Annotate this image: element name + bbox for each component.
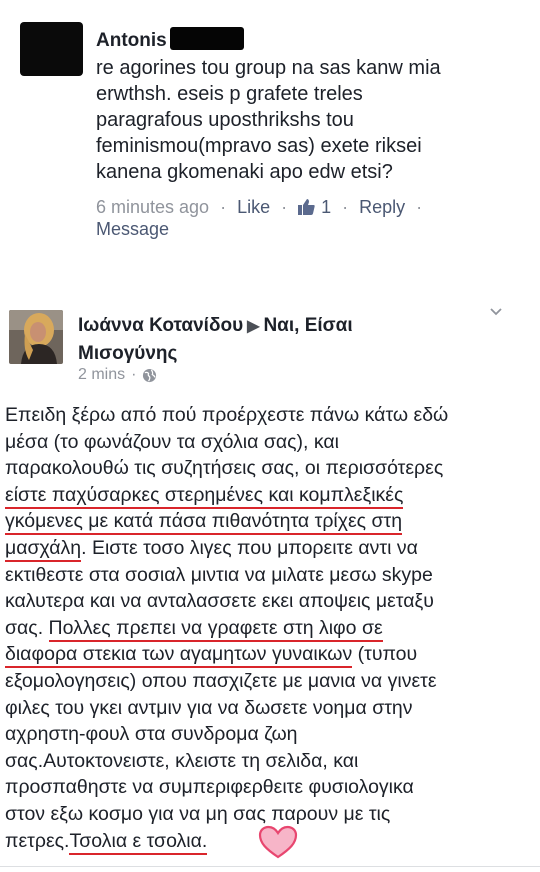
play-arrow-icon: ▶ — [247, 318, 260, 335]
body-text: φιλες του γκει αντμιν για να δωσετε νοημ… — [5, 696, 413, 719]
comment-line: kanena gkomenaki apo edw etsi? — [96, 161, 393, 183]
divider — [0, 866, 540, 867]
body-line: σας. Πολλες πρεπει να γραφετε στη λιφο σ… — [5, 615, 537, 642]
underlined-text: μασχάλη — [5, 536, 82, 562]
avatar-photo — [9, 310, 63, 364]
comment-line: re agorines tou group na sas kanw mia — [96, 57, 441, 79]
comment-author[interactable]: Antonis — [96, 30, 167, 52]
like-count[interactable]: 1 — [298, 197, 331, 217]
body-line: είστε παχύσαρκες στερημένες και κομπλεξι… — [5, 482, 537, 509]
redaction-bar — [170, 27, 244, 50]
separator-dot: · — [281, 197, 288, 217]
timestamp[interactable]: 6 minutes ago — [96, 197, 209, 217]
body-line: αχρηστη-φουλ στα συνδρομα ζωη — [5, 721, 537, 748]
body-line: εξομολογησεις) οπου πασχιζετε με μανια ν… — [5, 668, 537, 695]
body-text: Επειδη ξέρω από πού προέρχεστε πάνω κάτω… — [5, 404, 449, 426]
body-line: Επειδη ξέρω από πού προέρχεστε πάνω κάτω… — [5, 402, 537, 429]
body-text: εξομολογησεις) οπου πασχιζετε με μανια ν… — [5, 669, 437, 692]
body-text: μέσα (το φωνάζουν τα σχόλια σας), και — [5, 430, 339, 453]
body-text: προσπαθηστε να συμπεριφερθειτε φυσιολογι… — [5, 776, 414, 799]
avatar-redacted[interactable] — [20, 22, 83, 76]
comment-header: Ιωάννα Κοτανίδου ▶ Ναι, Είσαι Μισογύνης — [78, 312, 498, 367]
post-meta: 2 mins · — [78, 366, 157, 384]
body-line: στον εξω κοσμο για να μη σας παρουν με τ… — [5, 801, 537, 828]
body-line: καλυτερα και να ανταλασσετε εκει αποψεις… — [5, 588, 537, 615]
underlined-text: διαφορα στεκια των αγαμητων γυναικων — [5, 643, 353, 669]
comment-author[interactable]: Ιωάννα Κοτανίδου — [78, 315, 243, 336]
body-text: (τυπου — [352, 643, 418, 666]
body-line: γκόμενες με κατά πάσα πιθανότητα τρίχες … — [5, 508, 537, 536]
body-line: μασχάλη. Ειστε τοσο λιγες που μπορειτε α… — [5, 535, 537, 562]
group-name[interactable]: Ναι, Είσαι — [263, 315, 352, 336]
body-text: πετρες. — [5, 829, 70, 852]
separator-dot: · — [342, 197, 349, 217]
comment-meta: 6 minutes ago · Like · 1 · Reply · — [96, 195, 433, 219]
body-line: διαφορα στεκια των αγαμητων γυναικων (τυ… — [5, 641, 537, 669]
body-text: αχρηστη-φουλ στα συνδρομα ζωη — [5, 723, 298, 746]
globe-icon[interactable] — [142, 368, 157, 383]
thumbs-up-icon — [298, 199, 315, 215]
separator-dot: · — [131, 366, 137, 383]
underlined-text: Πολλες πρεπει να γραφετε στη λιφο σε — [48, 616, 383, 642]
underlined-text: Τσολια ε τσολια. — [69, 829, 208, 855]
body-text: καλυτερα και να ανταλασσετε εκει αποψεις… — [5, 590, 434, 613]
group-name-cont[interactable]: Μισογύνης — [78, 343, 177, 364]
body-text: σας. — [5, 616, 49, 639]
heart-icon — [258, 825, 298, 859]
body-line: φιλες του γκει αντμιν για να δωσετε νοημ… — [5, 695, 537, 722]
body-line: παρακολουθώ τις συζητήσεις σας, οι περισ… — [5, 455, 537, 482]
comment-line: erwthsh. eseis p grafete treles — [96, 83, 363, 105]
body-line: εκτιθεστε στα σοσιαλ μιντια να μιλατε με… — [5, 562, 537, 589]
comment-body: Επειδη ξέρω από πού προέρχεστε πάνω κάτω… — [5, 402, 537, 855]
separator-dot: · — [220, 197, 227, 217]
body-text: παρακολουθώ τις συζητήσεις σας, οι περισ… — [5, 457, 444, 480]
body-line: σας.Αυτοκτονειστε, κλειστε τη σελιδα, κα… — [5, 748, 537, 775]
separator-dot: · — [416, 197, 423, 217]
underlined-text: γκόμενες με κατά πάσα πιθανότητα τρίχες … — [5, 510, 403, 536]
message-link[interactable]: Message — [96, 219, 169, 240]
body-line: προσπαθηστε να συμπεριφερθειτε φυσιολογι… — [5, 774, 537, 801]
comment-line: paragrafous uposthrikshs tou — [96, 109, 354, 131]
body-line: μέσα (το φωνάζουν τα σχόλια σας), και — [5, 429, 537, 456]
comment-line: feminismou(mpravo sas) exete riksei — [96, 135, 422, 157]
timestamp[interactable]: 2 mins — [78, 366, 125, 384]
body-text: στον εξω κοσμο για να μη σας παρουν με τ… — [5, 802, 391, 825]
reply-button[interactable]: Reply — [359, 197, 405, 217]
body-text: σας.Αυτοκτονειστε, κλειστε τη σελιδα, κα… — [5, 749, 359, 772]
underlined-text: είστε παχύσαρκες στερημένες και κομπλεξι… — [5, 483, 404, 509]
body-text: . Ειστε τοσο λιγες που μπορειτε αντι να — [81, 536, 418, 559]
avatar[interactable] — [9, 310, 63, 364]
like-button[interactable]: Like — [237, 197, 270, 217]
body-text: εκτιθεστε στα σοσιαλ μιντια να μιλατε με… — [5, 563, 433, 586]
comment-text: re agorines tou group na sas kanw mia er… — [96, 55, 526, 185]
